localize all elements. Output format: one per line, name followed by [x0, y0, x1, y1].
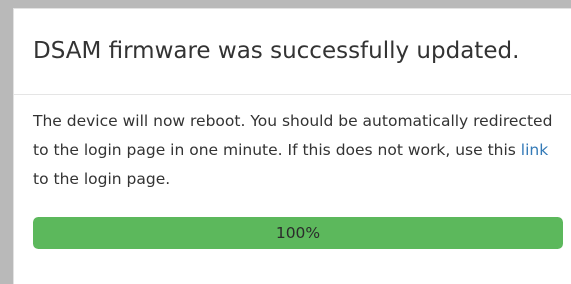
panel-header: DSAM firmware was successfully updated. — [14, 9, 571, 95]
panel-title: DSAM firmware was successfully updated. — [33, 38, 520, 64]
progress-fill: 100% — [33, 217, 563, 249]
window-left-border — [0, 0, 13, 284]
firmware-progress-bar: 100% — [33, 217, 563, 249]
reboot-message-text-end: to the login page. — [33, 170, 171, 188]
progress-label: 100% — [275, 224, 321, 242]
window-frame: DSAM firmware was successfully updated. … — [0, 0, 571, 284]
window-top-border — [0, 0, 571, 8]
reboot-message-text: The device will now reboot. You should b… — [33, 112, 553, 159]
reboot-message: The device will now reboot. You should b… — [33, 107, 563, 194]
update-status-panel: DSAM firmware was successfully updated. … — [13, 8, 571, 284]
login-page-link[interactable]: link — [521, 141, 548, 159]
